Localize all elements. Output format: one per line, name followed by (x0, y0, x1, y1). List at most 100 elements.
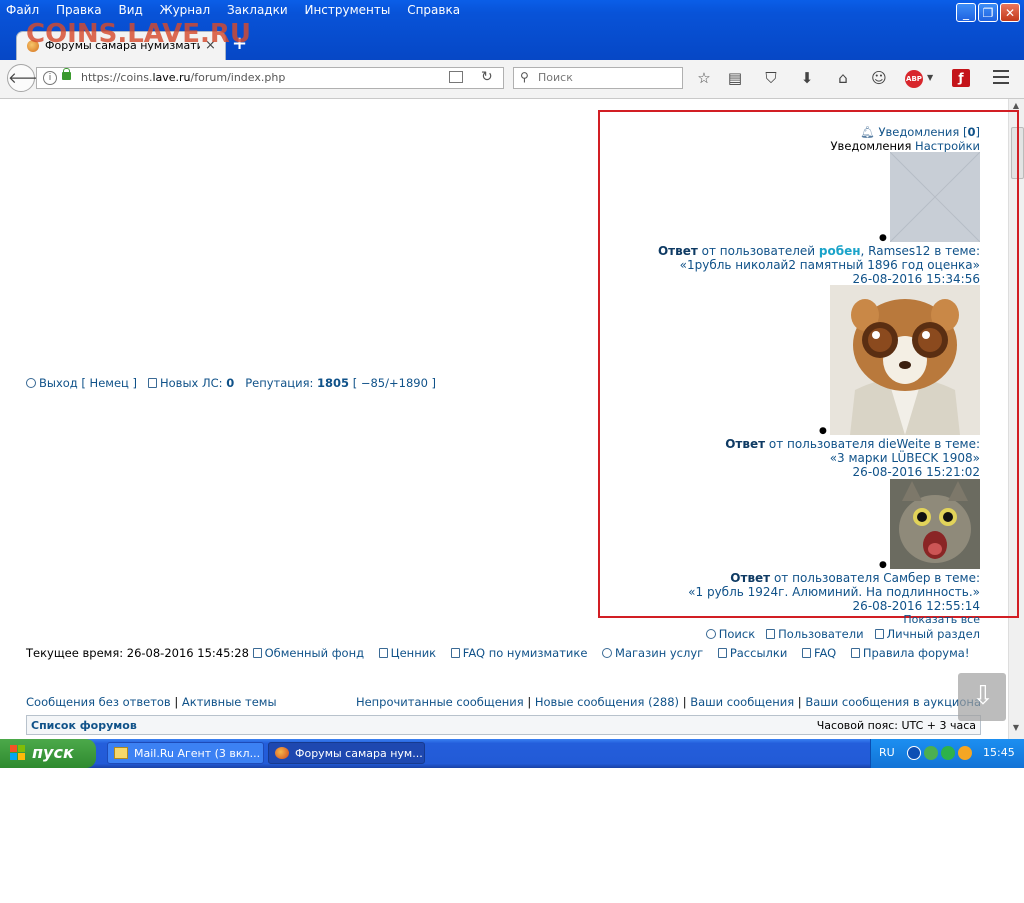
search-icon: ⚲ (520, 70, 529, 84)
pocket-icon[interactable]: ⛉ (761, 68, 781, 88)
your-auction-posts-link[interactable]: Ваши сообщения в аукциона (805, 695, 981, 709)
mailing-link[interactable]: Рассылки (730, 646, 787, 660)
personal-link[interactable]: Личный раздел (887, 627, 980, 641)
reputation-value[interactable]: 1805 (317, 376, 349, 390)
reputation-label: Репутация: (245, 376, 314, 390)
menu-help[interactable]: Справка (407, 3, 460, 17)
reload-icon[interactable]: ↻ (481, 69, 493, 85)
current-time: Текущее время: 26-08-2016 15:45:28 (26, 646, 249, 660)
faq-numismatics-icon (450, 648, 460, 658)
footer-links: Текущее время: 26-08-2016 15:45:28 Обмен… (26, 646, 969, 660)
address-bar[interactable]: i https://coins.lave.ru/forum/index.php … (36, 67, 504, 89)
search-bar[interactable]: ⚲ Поиск (513, 67, 683, 89)
shop-link[interactable]: Магазин услуг (615, 646, 703, 660)
url-text[interactable]: https://coins.lave.ru/forum/index.php (81, 71, 285, 84)
logout-link[interactable]: Выход [ Немец ] (39, 376, 137, 390)
faq-link[interactable]: FAQ (814, 646, 836, 660)
taskbar-item-firefox[interactable]: Форумы самара нум... (268, 742, 425, 764)
unanswered-link[interactable]: Сообщения без ответов (26, 695, 171, 709)
new-pm-link[interactable]: Новых ЛС: 0 (160, 376, 234, 390)
scroll-down-icon[interactable]: ▼ (1010, 723, 1022, 735)
list-bullet: ● (879, 233, 887, 243)
adblock-icon[interactable]: ABP (905, 70, 923, 88)
user-icon (874, 629, 884, 639)
arrow-down-icon: ⇩ (972, 681, 994, 711)
language-indicator[interactable]: RU (879, 746, 895, 759)
scroll-button[interactable]: ⇩ (958, 673, 1006, 721)
navigation-toolbar: 🡐 i https://coins.lave.ru/forum/index.ph… (0, 60, 1024, 99)
chat-icon[interactable]: ☺ (869, 68, 889, 88)
flash-icon[interactable]: ƒ (952, 69, 970, 87)
hamburger-menu-icon[interactable] (993, 70, 1009, 84)
forum-list-link[interactable]: Список форумов (31, 719, 137, 732)
rules-link[interactable]: Правила форума! (863, 646, 970, 660)
list-bullet: ● (819, 426, 827, 436)
tray-mail-icon[interactable] (958, 746, 972, 760)
menu-tools[interactable]: Инструменты (304, 3, 390, 17)
watermark-logo: COINS.LAVE.RU (26, 19, 252, 49)
search-input[interactable]: Поиск (538, 71, 573, 84)
menu-view[interactable]: Вид (118, 3, 142, 17)
home-icon[interactable]: ⌂ (833, 68, 853, 88)
bookmark-star-icon[interactable]: ☆ (694, 68, 714, 88)
list-bullet: ● (879, 560, 887, 570)
minimize-button[interactable]: _ (956, 3, 976, 22)
bookmarks-menu-icon[interactable]: ▤ (725, 68, 745, 88)
show-all-link[interactable]: Показать все (903, 613, 980, 626)
exchange-link[interactable]: Обменный фонд (265, 646, 364, 660)
close-window-button[interactable]: ✕ (1000, 3, 1020, 22)
your-posts-link[interactable]: Ваши сообщения (690, 695, 794, 709)
info-icon[interactable]: i (43, 71, 57, 85)
start-button[interactable]: пуск (0, 739, 96, 768)
logout-icon (26, 378, 36, 388)
user-bar: Выход [ Немец ] Новых ЛС: 0 Репутация: 1… (26, 376, 436, 390)
maximize-button[interactable]: ❐ (978, 3, 998, 22)
notification-item[interactable]: Ответ от пользователя Самбер в теме: «1 … (688, 571, 980, 613)
downloads-icon[interactable]: ⬇ (797, 68, 817, 88)
notifications-subheader: Уведомления Настройки (830, 139, 980, 153)
start-label: пуск (32, 743, 74, 762)
mail-agent-icon (114, 747, 128, 759)
menu-bookmarks[interactable]: Закладки (227, 3, 288, 17)
tray-icq-icon[interactable] (941, 746, 955, 760)
firefox-icon (275, 747, 289, 759)
bell-icon: 🔔︎ (860, 125, 875, 139)
menu-file[interactable]: Файл (6, 3, 39, 17)
pm-icon (147, 378, 157, 388)
reader-view-icon[interactable] (449, 71, 463, 83)
windows-logo-icon (10, 745, 26, 761)
search-link[interactable]: Поиск (719, 627, 755, 641)
rules-icon (850, 648, 860, 658)
taskbar-item-mailru[interactable]: Mail.Ru Агент (3 вкл... (107, 742, 264, 764)
avatar-placeholder[interactable] (889, 151, 981, 243)
faq-numismatics-link[interactable]: FAQ по нумизматике (463, 646, 588, 660)
clock: 15:45 (983, 746, 1015, 759)
mailing-icon (717, 648, 727, 658)
tray-expand-icon[interactable] (907, 746, 921, 760)
menu-history[interactable]: Журнал (160, 3, 211, 17)
adblock-dropdown-icon[interactable]: ▼ (927, 73, 933, 82)
active-topics-link[interactable]: Активные темы (182, 695, 277, 709)
faq-icon (801, 648, 811, 658)
timezone-label: Часовой пояс: UTC + 3 часа (816, 719, 976, 732)
new-posts-link[interactable]: Новые сообщения (288) (535, 695, 679, 709)
reputation-detail: [ −85/+1890 ] (352, 376, 437, 390)
shop-icon (602, 648, 613, 658)
avatar-loris[interactable] (830, 285, 980, 435)
price-icon (378, 648, 388, 658)
notifications-header[interactable]: 🔔︎ Уведомления [0] (860, 125, 980, 139)
notification-item[interactable]: Ответ от пользователей робен, Ramses12 в… (658, 244, 980, 286)
notification-item[interactable]: Ответ от пользователя dieWeite в теме: «… (725, 437, 980, 479)
search-icon (705, 629, 716, 639)
lock-icon (62, 68, 71, 80)
notifications-settings-link[interactable]: Настройки (915, 139, 980, 153)
menu-edit[interactable]: Правка (56, 3, 102, 17)
exchange-icon (252, 648, 262, 658)
avatar-cat[interactable] (890, 479, 980, 569)
forum-navbar: Список форумов Часовой пояс: UTC + 3 час… (26, 715, 981, 735)
unread-link[interactable]: Непрочитанные сообщения (356, 695, 524, 709)
price-link[interactable]: Ценник (391, 646, 436, 660)
tray-network-icon[interactable] (924, 746, 938, 760)
users-link[interactable]: Пользователи (778, 627, 863, 641)
back-button[interactable]: 🡐 (7, 64, 48, 92)
